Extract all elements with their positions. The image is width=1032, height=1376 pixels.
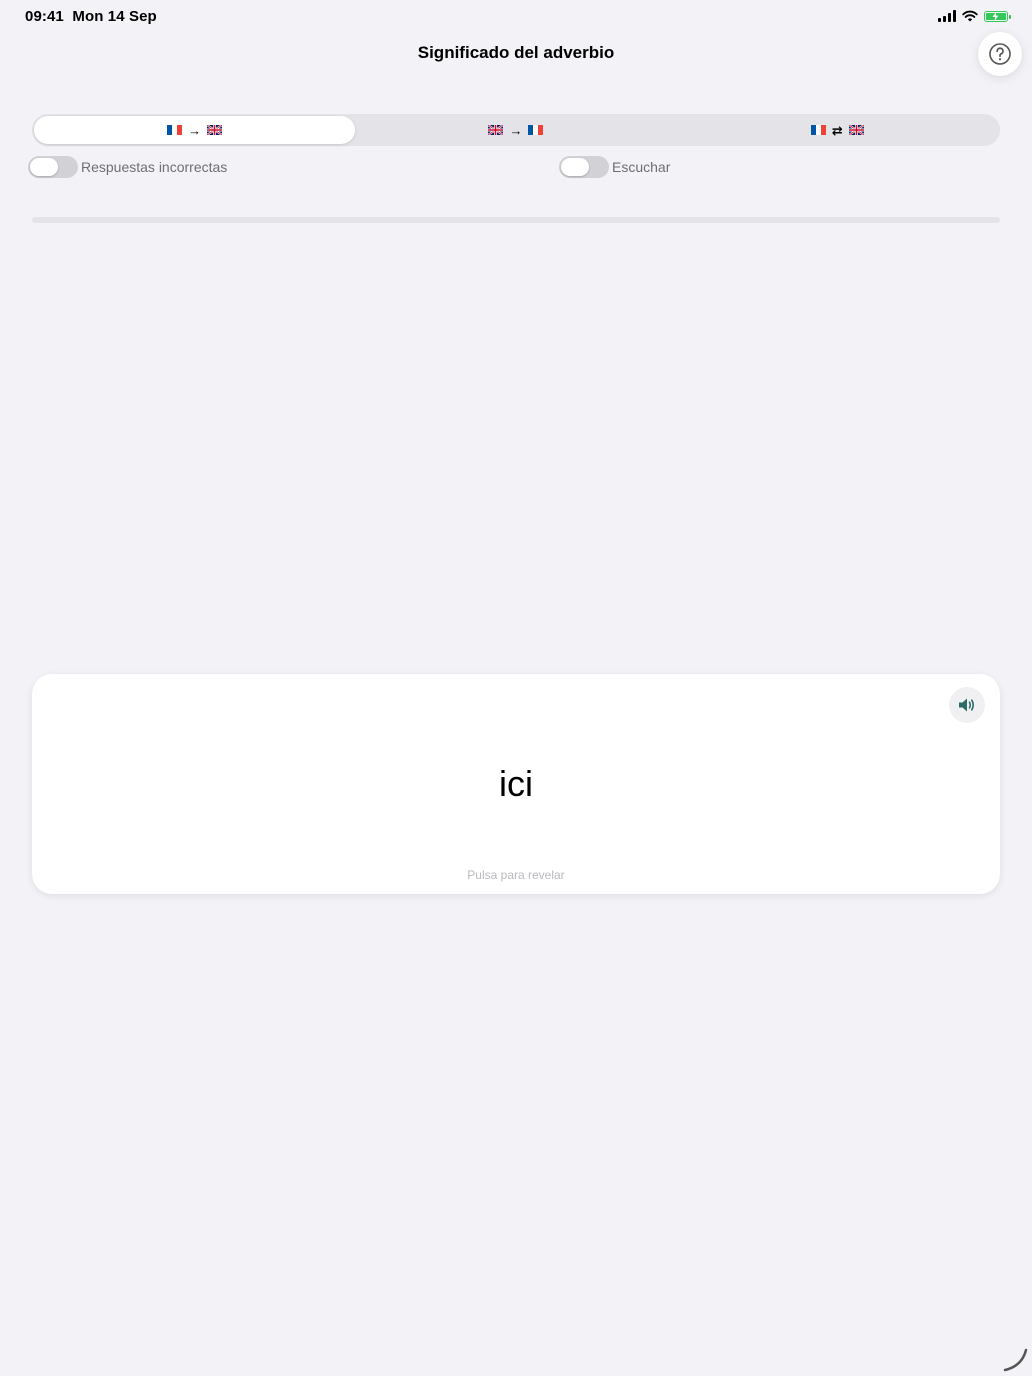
- wrong-answers-toggle-row: Respuestas incorrectas: [28, 156, 227, 178]
- card-word: ici: [499, 763, 533, 804]
- tap-to-reveal-hint: Pulsa para revelar: [467, 868, 565, 882]
- speaker-icon: [959, 698, 974, 712]
- status-date: Mon 14 Sep: [72, 8, 157, 25]
- play-audio-button[interactable]: [949, 687, 985, 723]
- status-icons: [938, 8, 1011, 24]
- page-title: Significado del adverbio: [417, 43, 615, 62]
- progress-bar: [32, 217, 1000, 223]
- fr-flag-icon: [528, 125, 544, 135]
- gb-flag-icon: [848, 125, 864, 135]
- fr-flag-icon: [167, 125, 183, 135]
- wrong-answers-label: Respuestas incorrectas: [81, 159, 228, 175]
- status-time: 09:41 Mon 14 Sep: [25, 8, 157, 25]
- cellular-signal-icon: [938, 10, 956, 22]
- status-bar: 09:41 Mon 14 Sep: [0, 0, 1032, 32]
- wrong-answers-toggle[interactable]: [28, 156, 78, 178]
- gb-flag-icon: [207, 125, 223, 135]
- gb-flag-icon: [488, 125, 504, 135]
- question-circle-icon: [989, 43, 1011, 65]
- tab-en-to-fr[interactable]: →: [355, 116, 676, 144]
- fr-flag-icon: [810, 125, 826, 135]
- battery-icon: [984, 10, 1011, 22]
- window-resize-handle-icon[interactable]: [1000, 1344, 1030, 1374]
- direction-segmented-control: → → ⇄: [32, 114, 1000, 146]
- flashcard[interactable]: ici Pulsa para revelar: [32, 674, 1000, 894]
- tab-fr-to-en[interactable]: →: [34, 116, 356, 144]
- tab-connector: →: [188, 122, 202, 138]
- help-button[interactable]: [978, 32, 1022, 76]
- status-clock: 09:41: [25, 8, 64, 25]
- listen-toggle-row: Escuchar: [559, 156, 670, 178]
- listen-label: Escuchar: [612, 159, 671, 175]
- tab-connector: →: [509, 122, 523, 138]
- wifi-icon: [962, 10, 978, 22]
- listen-toggle[interactable]: [559, 156, 609, 178]
- tab-connector: ⇄: [831, 122, 843, 138]
- tab-mixed[interactable]: ⇄: [677, 116, 998, 144]
